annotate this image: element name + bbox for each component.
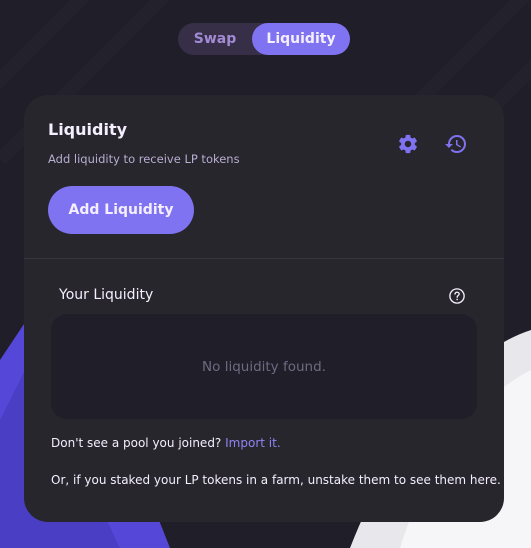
card-title: Liquidity	[48, 120, 128, 139]
swap-liquidity-toggle: Swap Liquidity	[178, 23, 350, 55]
card-subtitle: Add liquidity to receive LP tokens	[48, 152, 240, 166]
your-liquidity-heading: Your Liquidity	[59, 287, 154, 303]
tab-swap[interactable]: Swap	[178, 23, 252, 55]
question-circle-icon[interactable]	[448, 287, 466, 305]
farm-note: Or, if you staked your LP tokens in a fa…	[51, 473, 501, 487]
liquidity-card: Liquidity Add liquidity to receive LP to…	[24, 95, 504, 522]
import-pool-prompt: Don't see a pool you joined? Import it.	[51, 436, 281, 450]
history-icon[interactable]	[442, 130, 470, 158]
pool-prompt-text: Don't see a pool you joined?	[51, 436, 222, 450]
gear-icon[interactable]	[394, 130, 422, 158]
tab-liquidity[interactable]: Liquidity	[252, 23, 350, 55]
card-header: Liquidity Add liquidity to receive LP to…	[24, 95, 504, 259]
add-liquidity-button[interactable]: Add Liquidity	[48, 186, 194, 234]
import-link[interactable]: Import it.	[225, 436, 281, 450]
empty-state-text: No liquidity found.	[202, 358, 326, 375]
liquidity-list-empty: No liquidity found.	[51, 314, 477, 419]
